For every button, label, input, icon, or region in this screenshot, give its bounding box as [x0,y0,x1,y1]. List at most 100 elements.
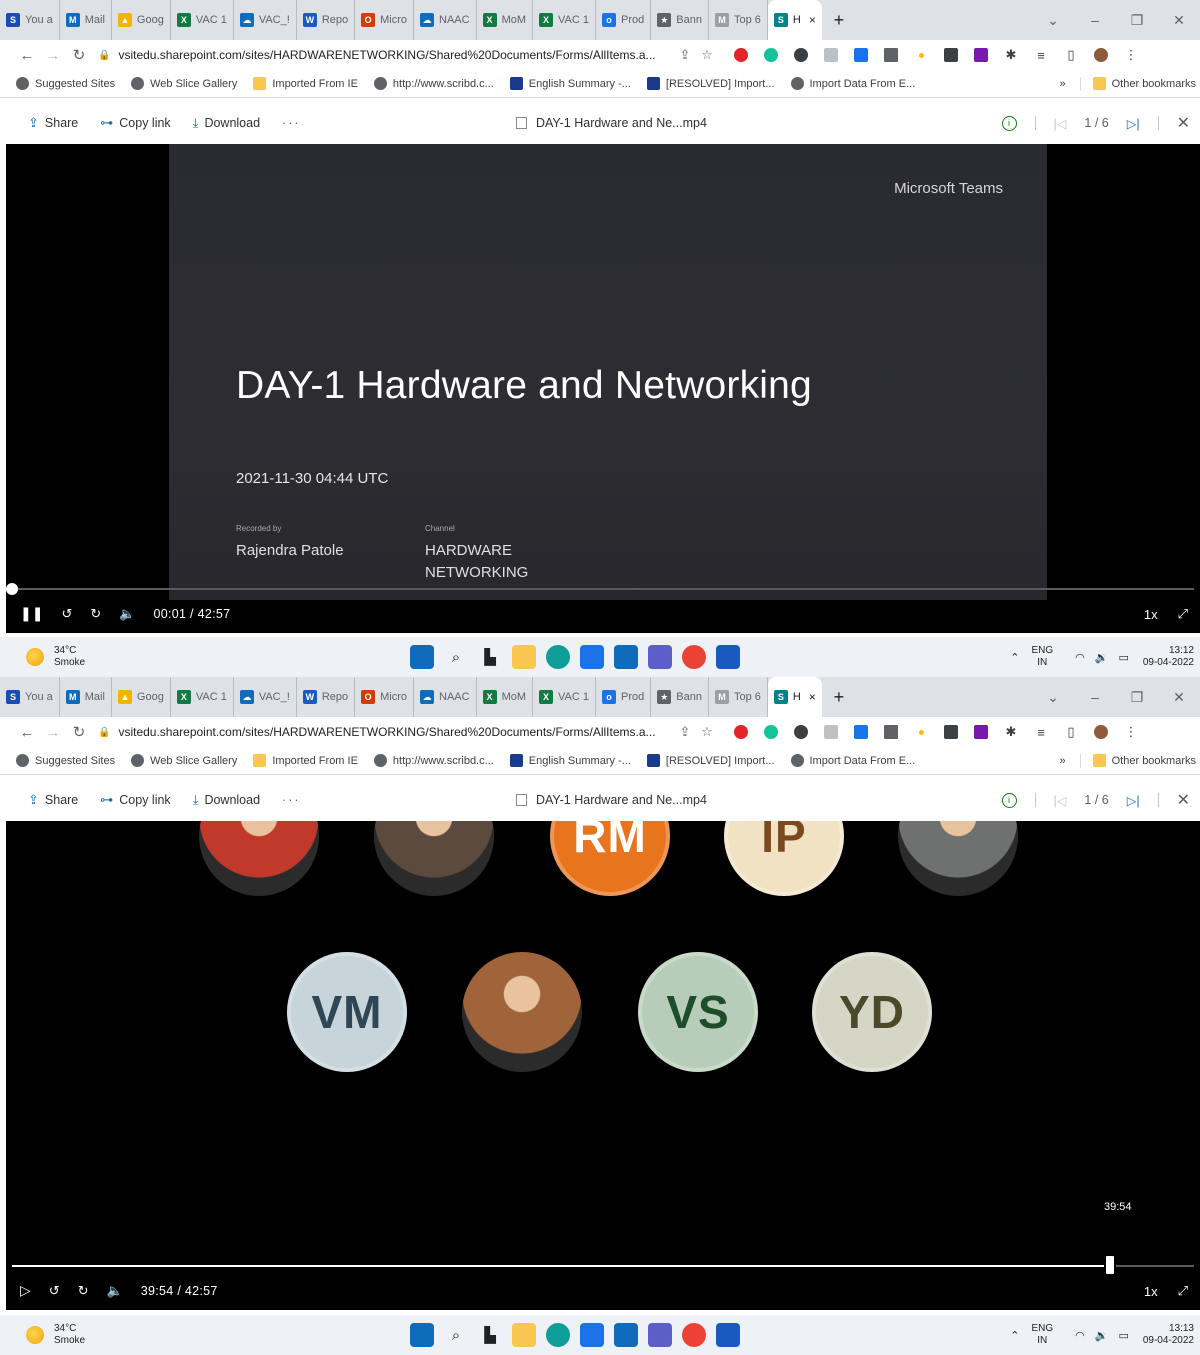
close-tab-icon[interactable]: × [809,690,816,704]
clock[interactable]: 13:12 09-04-2022 [1143,645,1194,669]
browser-tab[interactable]: X VAC 1 [533,677,596,717]
other-bookmarks[interactable]: Other bookmarks [1092,77,1196,90]
share-page-icon[interactable]: ⇪ [674,47,696,63]
seek-bar[interactable] [6,583,1194,595]
battery-icon[interactable]: ▭ [1118,1329,1128,1342]
copy-link-button[interactable]: ⊶ Copy link [100,792,170,808]
bookmark-item[interactable]: http://www.scribd.c... [373,77,494,90]
browser-tab[interactable]: o Prod [596,677,652,717]
restore-button[interactable]: ❐ [1116,689,1158,706]
bookmark-item[interactable]: Web Slice Gallery [131,77,237,90]
omnibox[interactable]: 🔒 vsitedu.sharepoint.com/sites/HARDWAREN… [98,42,718,68]
previous-file-icon[interactable]: |◁ [1054,116,1067,131]
bookmark-item[interactable]: English Summary -... [509,754,631,767]
bookmark-item[interactable]: Web Slice Gallery [131,754,237,767]
browser-tab[interactable]: ★ Bann [651,677,709,717]
chrome-icon[interactable] [682,645,706,669]
browser-tab[interactable]: ☁ VAC_! [234,0,297,40]
minimize-button[interactable]: – [1074,689,1116,705]
profile-avatar[interactable] [1086,722,1116,742]
battery-icon[interactable]: ▭ [1118,651,1128,664]
next-file-icon[interactable]: ▷| [1127,116,1140,131]
back-icon[interactable]: ← [14,47,40,64]
qr-code-icon[interactable] [876,722,906,742]
tray-overflow-icon[interactable]: ⌃ [1010,1329,1019,1342]
omnibox[interactable]: 🔒 vsitedu.sharepoint.com/sites/HARDWAREN… [98,719,718,745]
search-icon[interactable]: ⌕ [444,645,468,669]
bookmark-item[interactable]: Suggested Sites [16,77,115,90]
bookmark-star-icon[interactable]: ☆ [696,47,718,63]
forward-10-icon[interactable]: ↻ [78,1283,89,1299]
new-tab-button[interactable]: + [822,687,856,708]
task-view-icon[interactable]: ▙ [478,645,502,669]
share-button[interactable]: ⇪ Share [28,115,78,131]
file-explorer-icon[interactable] [512,1323,536,1347]
info-icon[interactable]: i [1001,792,1017,808]
info-icon[interactable]: i [1001,115,1017,131]
wifi-icon[interactable]: ◠ [1075,1329,1085,1342]
bookmark-item[interactable]: Import Data From E... [790,754,915,767]
url-text[interactable]: vsitedu.sharepoint.com/sites/HARDWARENET… [118,48,674,62]
mail-icon[interactable] [614,645,638,669]
weather-widget[interactable]: 34°C Smoke [26,645,85,669]
close-window-button[interactable]: ✕ [1158,689,1200,706]
download-button[interactable]: ⤓ Download [193,115,260,131]
language-indicator[interactable]: ENG IN [1031,1323,1053,1347]
teams-icon[interactable] [648,1323,672,1347]
seek-handle[interactable] [1104,1254,1117,1276]
tab-search-icon[interactable]: ⌄ [1032,12,1074,29]
browser-tab[interactable]: o Prod [596,0,652,40]
store-icon[interactable] [580,645,604,669]
qr-code-icon[interactable] [876,45,906,65]
wifi-icon[interactable]: ◠ [1075,651,1085,664]
rewind-10-icon[interactable]: ↺ [49,1283,60,1299]
bookmark-item[interactable]: Suggested Sites [16,754,115,767]
bookmarks-overflow-button[interactable]: » [1060,78,1066,90]
edge-icon[interactable] [546,1323,570,1347]
search-icon[interactable]: ⌕ [444,1323,468,1347]
browser-tab[interactable]: M Mail [60,0,112,40]
share-page-icon[interactable]: ⇪ [674,724,696,740]
minimize-button[interactable]: – [1074,12,1116,28]
browser-tab[interactable]: ▲ Goog [112,677,171,717]
browser-tab[interactable]: W Repo [297,0,356,40]
profile-avatar[interactable] [1086,45,1116,65]
fullscreen-icon[interactable]: ⤢ [1178,1283,1188,1299]
browser-tab[interactable]: S You a [0,677,60,717]
extensions-icon[interactable]: ✱ [996,722,1026,742]
browser-tab[interactable]: ☁ VAC_! [234,677,297,717]
bookmark-star-icon[interactable]: ☆ [696,724,718,740]
play-icon[interactable]: ▷ [20,1282,31,1299]
copy-extension-icon[interactable] [846,45,876,65]
more-options-icon[interactable]: ··· [282,116,301,130]
playback-speed-button[interactable]: 1x [1144,607,1158,622]
weather-widget[interactable]: 34°C Smoke [26,1323,85,1347]
close-viewer-icon[interactable]: ✕ [1177,790,1190,810]
forward-icon[interactable]: → [40,724,66,741]
next-file-icon[interactable]: ▷| [1127,793,1140,808]
close-tab-icon[interactable]: × [809,13,816,27]
word-icon[interactable] [716,645,740,669]
copy-extension-icon[interactable] [846,722,876,742]
opera-icon[interactable] [726,722,756,742]
speaker-icon[interactable]: 🔉 [1095,651,1109,664]
browser-tab[interactable]: M Top 6 [709,0,768,40]
dot-extension-icon[interactable] [906,45,936,65]
circle-extension-icon[interactable] [786,722,816,742]
page-extension-icon[interactable] [816,722,846,742]
forward-icon[interactable]: → [40,47,66,64]
playback-speed-button[interactable]: 1x [1144,1284,1158,1299]
office-extension-icon[interactable] [966,722,996,742]
browser-tab[interactable]: ☁ NAAC [414,677,477,717]
close-viewer-icon[interactable]: ✕ [1177,113,1190,133]
forward-10-icon[interactable]: ↻ [90,606,101,622]
browser-tab[interactable]: O Micro [355,677,414,717]
browser-menu-icon[interactable]: ⋮ [1116,45,1146,65]
restore-button[interactable]: ❐ [1116,12,1158,29]
language-indicator[interactable]: ENG IN [1031,645,1053,669]
video-frame[interactable]: Microsoft Teams DAY-1 Hardware and Netwo… [6,144,1200,604]
chrome-icon[interactable] [682,1323,706,1347]
browser-menu-icon[interactable]: ⋮ [1116,722,1146,742]
browser-tab[interactable]: M Mail [60,677,112,717]
rewind-10-icon[interactable]: ↺ [61,606,72,622]
